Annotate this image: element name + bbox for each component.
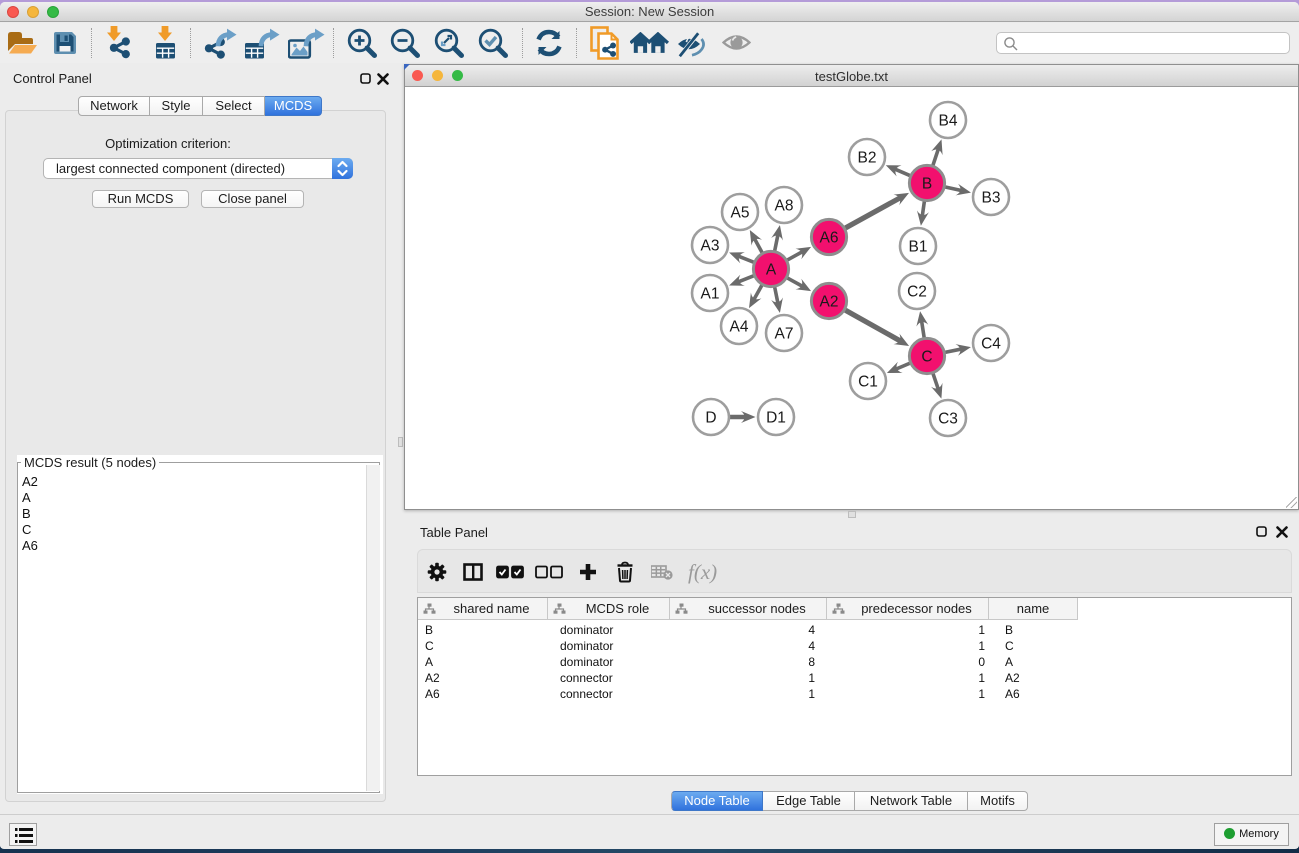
svg-text:B4: B4 (939, 113, 958, 130)
svg-text:C: C (921, 349, 932, 366)
svg-text:A5: A5 (731, 205, 750, 222)
svg-text:A7: A7 (775, 326, 794, 343)
svg-text:B: B (922, 176, 932, 193)
svg-text:A4: A4 (730, 319, 749, 336)
svg-text:C4: C4 (981, 336, 1001, 353)
svg-text:C1: C1 (858, 374, 878, 391)
svg-text:D1: D1 (766, 410, 786, 427)
svg-text:B2: B2 (858, 150, 877, 167)
svg-text:C3: C3 (938, 411, 958, 428)
svg-text:A2: A2 (820, 294, 839, 311)
svg-text:A: A (766, 262, 777, 279)
svg-text:B1: B1 (909, 239, 928, 256)
svg-text:A1: A1 (701, 286, 720, 303)
svg-text:A6: A6 (820, 230, 839, 247)
svg-text:C2: C2 (907, 284, 927, 301)
svg-text:A3: A3 (701, 238, 720, 255)
svg-text:A8: A8 (775, 198, 794, 215)
svg-text:D: D (705, 410, 716, 427)
svg-text:B3: B3 (982, 190, 1001, 207)
